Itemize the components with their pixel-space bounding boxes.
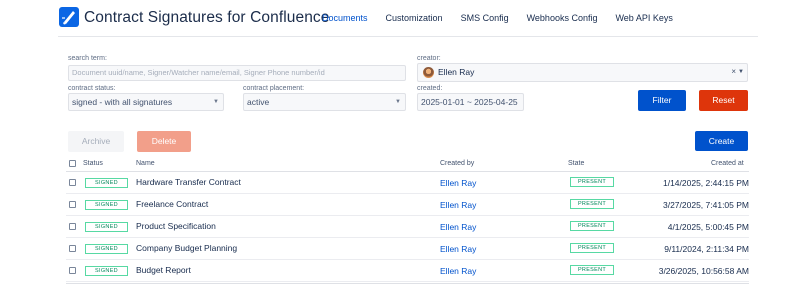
chevron-down-icon[interactable]: ▼ — [738, 69, 744, 75]
status-badge: SIGNED — [85, 178, 128, 188]
app-header: Contract Signatures for Confluence Docum… — [0, 0, 800, 37]
row-checkbox[interactable] — [69, 179, 76, 186]
main-tabs: Documents Customization SMS Config Webho… — [313, 0, 682, 37]
delete-button[interactable]: Delete — [137, 131, 191, 152]
status-badge: SIGNED — [85, 244, 128, 254]
created-date-range-input[interactable]: 2025-01-01 ~ 2025-04-25 — [417, 93, 524, 111]
tab-webhooks-config[interactable]: Webhooks Config — [518, 0, 607, 37]
tab-documents[interactable]: Documents — [313, 0, 377, 37]
column-header-status[interactable]: Status — [83, 160, 103, 167]
avatar — [423, 67, 434, 78]
contract-placement-select[interactable]: active ▼ — [243, 93, 406, 111]
table-row[interactable]: SIGNED Hardware Transfer Contract Ellen … — [66, 172, 749, 194]
created-label: created: — [417, 85, 443, 92]
tab-customization[interactable]: Customization — [377, 0, 452, 37]
created-by-link[interactable]: Ellen Ray — [440, 266, 476, 276]
created-by-link[interactable]: Ellen Ray — [440, 178, 476, 188]
document-name[interactable]: Company Budget Planning — [136, 243, 237, 253]
chevron-down-icon: ▼ — [395, 99, 401, 105]
create-button[interactable]: Create — [695, 131, 748, 151]
tab-web-api-keys[interactable]: Web API Keys — [606, 0, 681, 37]
table-row[interactable]: SIGNED Freelance Contract Ellen Ray PRES… — [66, 194, 749, 216]
created-at-value: 3/26/2025, 10:56:58 AM — [658, 266, 749, 276]
row-checkbox[interactable] — [69, 223, 76, 230]
reset-button[interactable]: Reset — [699, 90, 748, 111]
status-badge: SIGNED — [85, 222, 128, 232]
document-name[interactable]: Hardware Transfer Contract — [136, 177, 241, 187]
column-header-created-by[interactable]: Created by — [440, 160, 474, 167]
state-badge: PRESENT — [570, 199, 614, 209]
filter-button[interactable]: Filter — [638, 90, 686, 111]
column-header-name[interactable]: Name — [136, 160, 155, 167]
created-by-link[interactable]: Ellen Ray — [440, 244, 476, 254]
app-title: Contract Signatures for Confluence — [84, 9, 330, 26]
document-name[interactable]: Budget Report — [136, 265, 191, 275]
table-row[interactable]: SIGNED Product Specification Ellen Ray P… — [66, 216, 749, 238]
search-input[interactable]: Document uuid/name, Signer/Watcher name/… — [68, 65, 406, 81]
created-at-value: 3/27/2025, 7:41:05 PM — [662, 200, 749, 210]
state-badge: PRESENT — [570, 265, 614, 275]
created-by-link[interactable]: Ellen Ray — [440, 222, 476, 232]
table-row[interactable]: SIGNED Budget Report Ellen Ray PRESENT 3… — [66, 260, 749, 282]
contract-status-label: contract status: — [68, 85, 116, 92]
contract-placement-label: contract placement: — [243, 85, 305, 92]
created-at-value: 9/11/2024, 2:11:34 PM — [664, 244, 749, 254]
document-name[interactable]: Freelance Contract — [136, 199, 208, 209]
chevron-down-icon: ▼ — [213, 99, 219, 105]
document-name[interactable]: Product Specification — [136, 221, 216, 231]
header-divider — [58, 36, 758, 37]
created-by-link[interactable]: Ellen Ray — [440, 200, 476, 210]
status-badge: SIGNED — [85, 200, 128, 210]
creator-select[interactable]: Ellen Ray × ▼ — [417, 63, 748, 82]
creator-label: creator: — [417, 55, 441, 62]
clear-icon[interactable]: × — [731, 67, 736, 76]
archive-button[interactable]: Archive — [68, 131, 124, 152]
contract-status-value: signed - with all signatures — [72, 97, 173, 107]
tab-sms-config[interactable]: SMS Config — [452, 0, 518, 37]
contract-status-select[interactable]: signed - with all signatures ▼ — [68, 93, 224, 111]
search-term-label: search term: — [68, 55, 107, 62]
column-header-state[interactable]: State — [568, 160, 584, 167]
pen-signature-icon — [59, 7, 79, 27]
creator-value: Ellen Ray — [438, 67, 475, 77]
contract-placement-value: active — [247, 97, 270, 107]
select-all-checkbox[interactable] — [69, 160, 76, 167]
row-checkbox[interactable] — [69, 245, 76, 252]
status-badge: SIGNED — [85, 266, 128, 276]
table-row[interactable]: SIGNED Company Budget Planning Ellen Ray… — [66, 238, 749, 260]
state-badge: PRESENT — [570, 177, 614, 187]
created-at-value: 4/1/2025, 5:00:45 PM — [667, 222, 749, 232]
column-header-created-at[interactable]: Created at — [711, 160, 744, 167]
created-at-value: 1/14/2025, 2:44:15 PM — [662, 178, 749, 188]
state-badge: PRESENT — [570, 243, 614, 253]
row-checkbox[interactable] — [69, 201, 76, 208]
table-bottom-divider — [66, 283, 749, 284]
state-badge: PRESENT — [570, 221, 614, 231]
row-checkbox[interactable] — [69, 267, 76, 274]
